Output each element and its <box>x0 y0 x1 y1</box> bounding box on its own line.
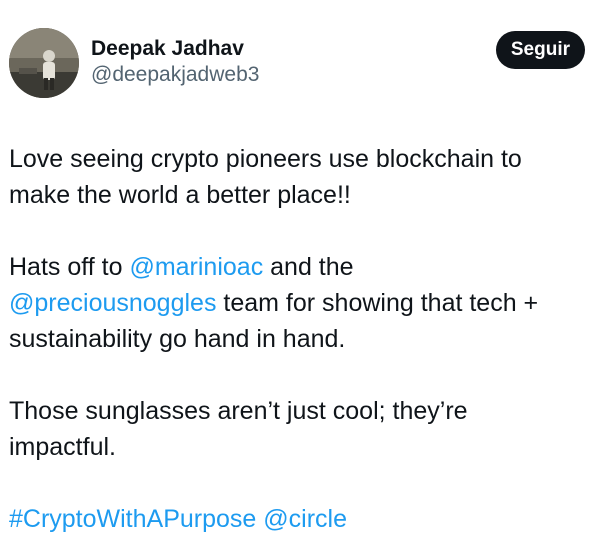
tweet-text-line: make the world a better place!! <box>9 181 351 209</box>
avatar[interactable] <box>9 28 79 98</box>
tweet-paragraph-3: Those sunglasses aren’t just cool; they’… <box>9 393 589 465</box>
tweet-header: Deepak Jadhav @deepakjadweb3 Seguir <box>9 28 585 98</box>
tweet-text-segment: team for showing that tech + <box>216 289 539 317</box>
follow-button[interactable]: Seguir <box>495 31 585 69</box>
author-names: Deepak Jadhav @deepakjadweb3 <box>91 36 259 88</box>
tweet-paragraph-2: Hats off to @marinioac and the @precious… <box>9 249 589 357</box>
tweet-text-segment: Hats off to <box>9 253 130 281</box>
tweet-text-line: impactful. <box>9 433 116 461</box>
mention-circle-link[interactable]: @circle <box>263 505 347 533</box>
tweet-text-line: sustainability go hand in hand. <box>9 325 346 353</box>
tweet-text: Love seeing crypto pioneers use blockcha… <box>9 141 589 537</box>
author-display-name[interactable]: Deepak Jadhav <box>91 36 259 62</box>
hashtag-link[interactable]: #CryptoWithAPurpose <box>9 505 256 533</box>
mention-marinioac-link[interactable]: @marinioac <box>129 253 263 281</box>
tweet-paragraph-4: #CryptoWithAPurpose @circle <box>9 501 589 537</box>
tweet-text-line: Those sunglasses aren’t just cool; they’… <box>9 397 468 425</box>
mention-preciousnoggles-link[interactable]: @preciousnoggles <box>9 289 216 317</box>
author-handle[interactable]: @deepakjadweb3 <box>91 62 259 88</box>
tweet-paragraph-1: Love seeing crypto pioneers use blockcha… <box>9 141 589 213</box>
avatar-photo-icon <box>9 28 79 98</box>
tweet-text-segment: and the <box>263 253 354 281</box>
tweet-text-line: Love seeing crypto pioneers use blockcha… <box>9 145 522 173</box>
